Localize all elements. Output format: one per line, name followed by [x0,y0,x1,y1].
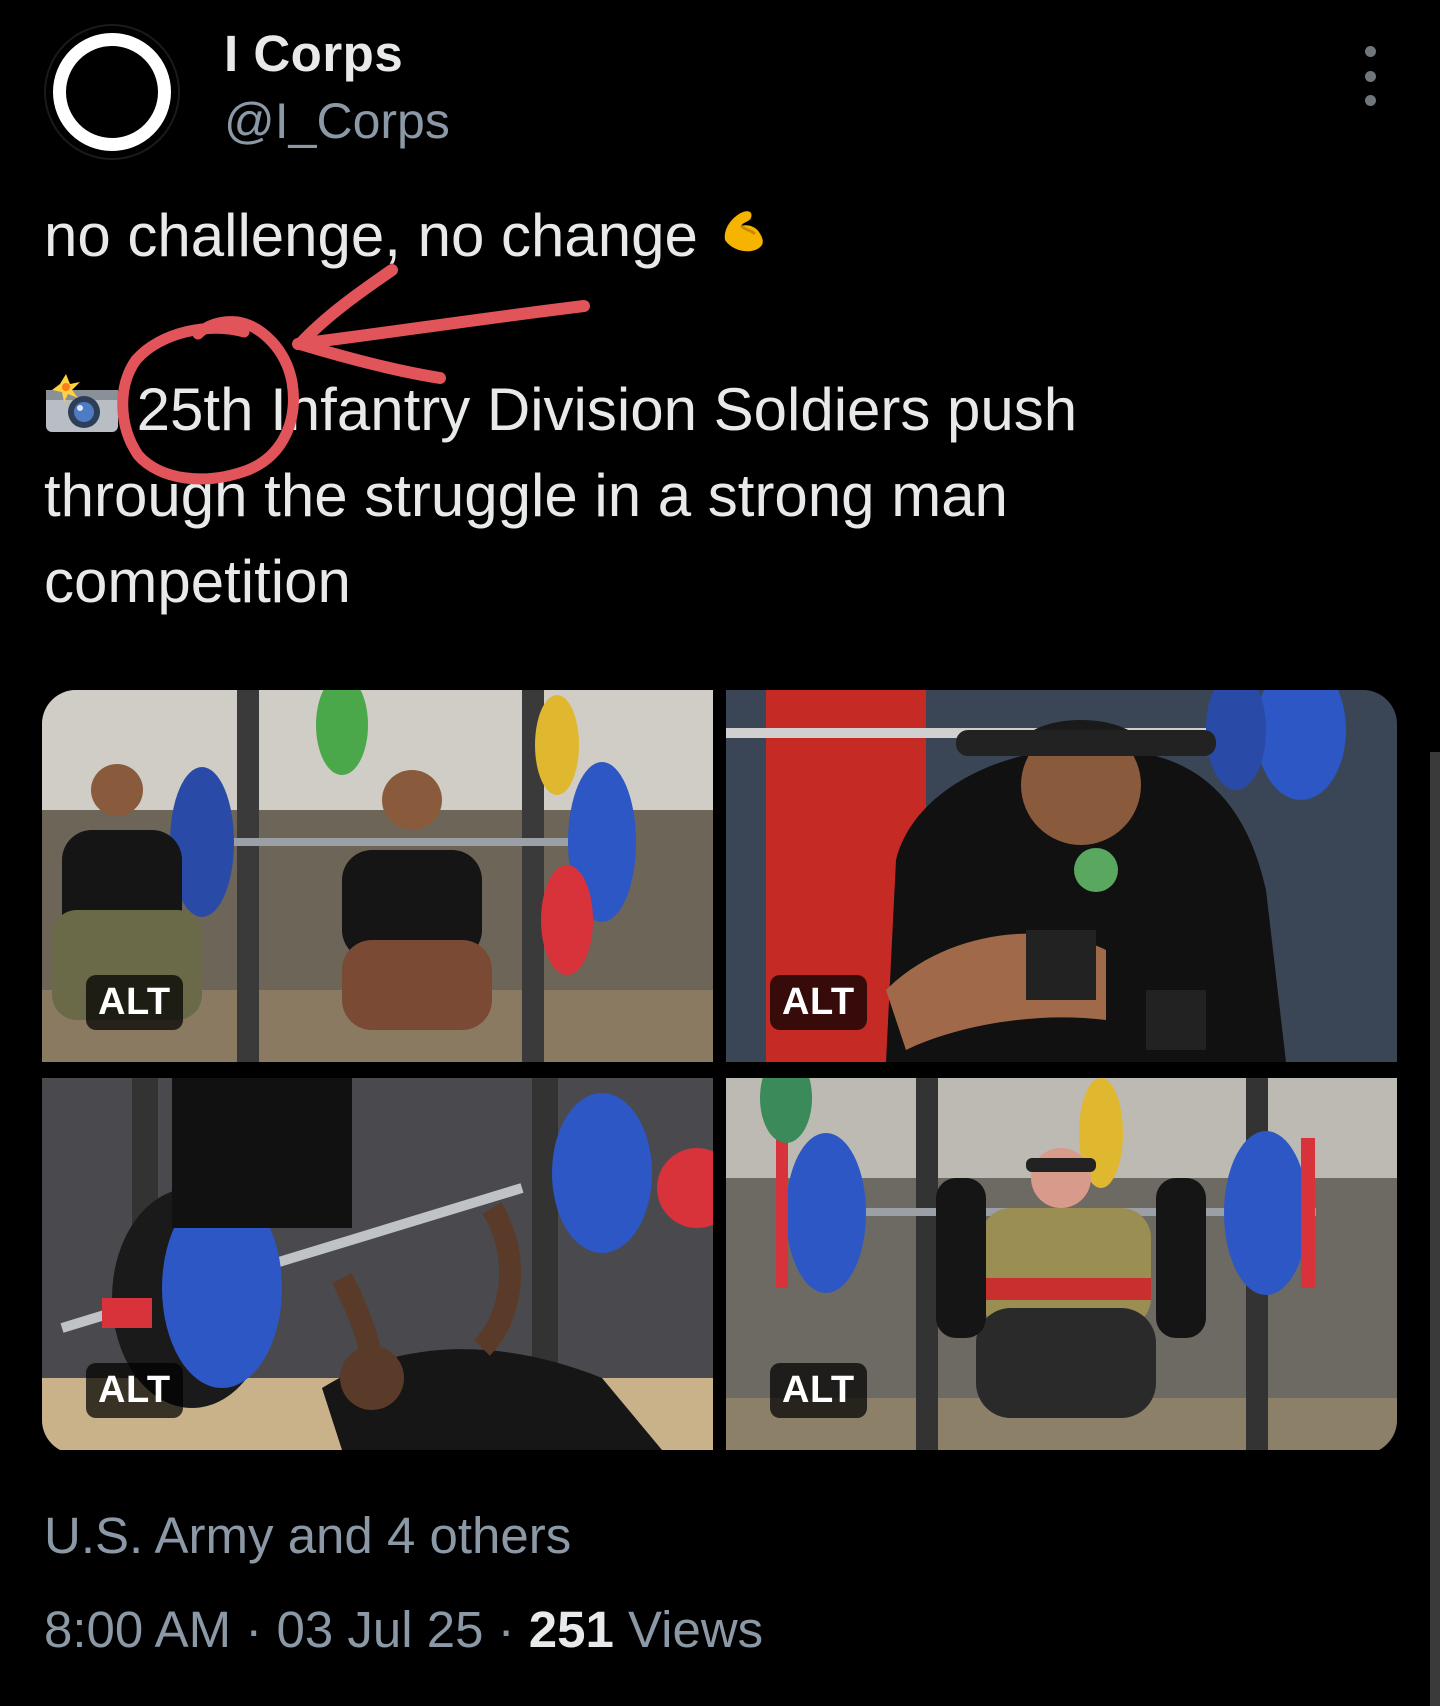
author-avatar[interactable] [44,24,180,160]
flexed-biceps-icon [715,196,775,284]
dot-icon [1364,70,1376,82]
annotation-arrow-shaft [292,300,590,350]
annotation-arrow-head [294,264,446,384]
meta-separator: · [497,1601,515,1658]
author-handle[interactable]: @I_Corps [224,92,450,150]
dot-icon [1364,46,1376,57]
camera-flash-icon [44,370,120,458]
alt-text-badge[interactable]: ALT [770,975,867,1030]
media-photo-1[interactable]: ALT [42,690,713,1062]
views-label[interactable]: Views [628,1601,763,1658]
author-display-name[interactable]: I Corps [224,24,403,83]
alt-text-badge[interactable]: ALT [770,1363,867,1418]
tweet-text-span: no challenge, no change [44,202,698,269]
highlighted-word-25th: 25th [136,376,254,443]
avatar-logo-ring [53,33,171,151]
dot-icon [1364,95,1376,106]
tweet-text-line: competition [44,548,351,615]
more-options-button[interactable] [1350,46,1390,106]
tweet-text-line: 25th Infantry Division Soldiers push [44,366,1077,458]
tweet-text-line: through the struggle in a strong man [44,462,1008,529]
media-grid: ALT ALT ALT ALT [42,690,1397,1454]
alt-text-badge[interactable]: ALT [86,975,183,1030]
tweet-text-span: Infantry Division Soldiers push [253,376,1078,443]
media-photo-3[interactable]: ALT [42,1078,713,1450]
alt-text-badge[interactable]: ALT [86,1363,183,1418]
scrollbar[interactable] [1430,752,1440,1706]
views-count[interactable]: 251 [529,1601,614,1658]
tweet-time[interactable]: 8:00 AM [44,1601,231,1658]
tweet-date[interactable]: 03 Jul 25 [276,1601,483,1658]
tweet-text-line: no challenge, no change [44,192,775,284]
media-photo-2[interactable]: ALT [726,690,1397,1062]
tweet-meta: 8:00 AM · 03 Jul 25 · 251 Views [44,1600,763,1659]
liked-by-text[interactable]: U.S. Army and 4 others [44,1506,571,1565]
tweet-detail-page: I Corps @I_Corps no challenge, no change [0,0,1440,1706]
meta-separator: · [245,1601,263,1658]
media-photo-4[interactable]: ALT [726,1078,1397,1450]
